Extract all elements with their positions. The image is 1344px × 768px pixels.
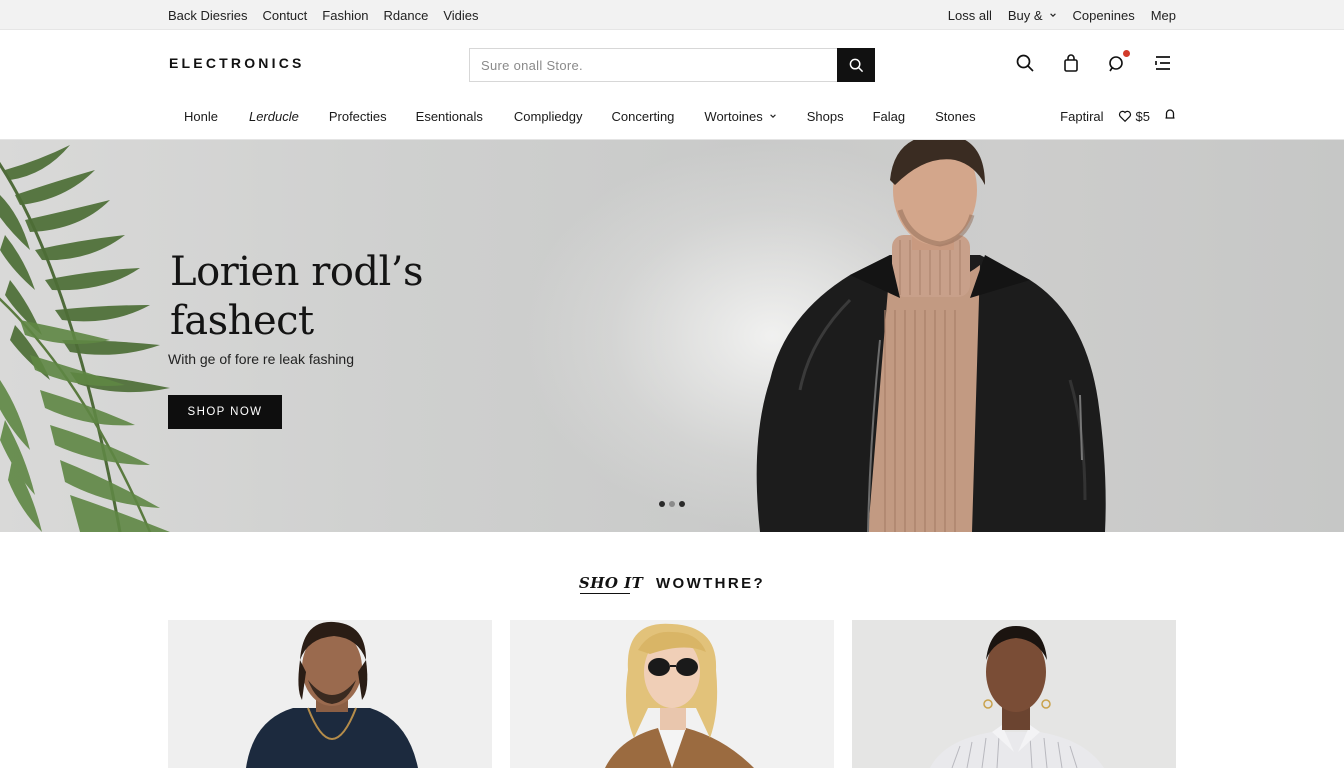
notifications-button[interactable]	[1104, 50, 1130, 76]
product-image-woman-sunglasses	[605, 623, 754, 768]
search-icon	[849, 58, 863, 72]
category-nav-items: Honle Lerducle Profecties Esentionals Co…	[184, 98, 976, 134]
header-icons	[1012, 50, 1176, 76]
nav-item-profecties[interactable]: Profecties	[329, 109, 387, 124]
nav-item-faptiral[interactable]: Faptiral	[1060, 109, 1103, 124]
menu-button[interactable]	[1150, 50, 1176, 76]
product-image-man-sweater	[246, 621, 418, 768]
section-title-main: WOWTHRE?	[655, 575, 766, 592]
search-bar	[469, 48, 875, 82]
utility-link-vidies[interactable]: Vidies	[443, 8, 478, 23]
shop-now-button[interactable]: SHOP NOW	[168, 395, 282, 429]
header-search-button[interactable]	[1012, 50, 1038, 76]
chevron-down-icon	[1049, 13, 1056, 17]
product-card[interactable]	[168, 620, 492, 768]
nav-item-lerducle[interactable]: Lerducle	[249, 109, 299, 124]
category-nav: Honle Lerducle Profecties Esentionals Co…	[0, 98, 1344, 140]
hero-model-image	[756, 140, 1106, 532]
wishlist-link[interactable]: $5	[1118, 109, 1150, 124]
utility-links-right: Loss all Buy & Copenines Mep	[948, 0, 1176, 30]
bell-button[interactable]	[1164, 108, 1176, 125]
utility-link-back-diesries[interactable]: Back Diesries	[168, 8, 247, 23]
slider-dots	[659, 501, 685, 507]
bag-button[interactable]	[1058, 50, 1084, 76]
utility-dropdown-label: Buy &	[1007, 7, 1043, 23]
section-title: SHO IT WOWTHRE?	[0, 574, 1344, 592]
hero-title: Lorien rodl’s fashect	[170, 248, 424, 346]
wishlist-label: $5	[1135, 108, 1150, 124]
slider-dot[interactable]	[659, 501, 665, 507]
hero-subtitle: With ge of fore re leak fashing	[168, 351, 354, 367]
slider-dot[interactable]	[679, 501, 685, 507]
search-button[interactable]	[837, 48, 875, 82]
utility-links-left: Back Diesries Contuct Fashion Rdance Vid…	[168, 0, 479, 30]
utility-dropdown-buy[interactable]: Buy &	[1008, 8, 1057, 23]
chevron-down-icon	[769, 114, 776, 118]
product-card[interactable]	[510, 620, 834, 768]
bell-icon	[1165, 108, 1175, 119]
section-title-underline	[580, 593, 630, 594]
nav-item-stones[interactable]: Stones	[935, 109, 975, 124]
product-card[interactable]	[852, 620, 1176, 768]
heart-icon	[1118, 110, 1131, 123]
nav-item-esentionals[interactable]: Esentionals	[416, 109, 483, 124]
utility-link-contuct[interactable]: Contuct	[262, 8, 307, 23]
utility-link-copenines[interactable]: Copenines	[1073, 8, 1135, 23]
nav-dropdown-wortoines[interactable]: Wortoines	[704, 109, 776, 124]
utility-link-fashion[interactable]: Fashion	[322, 8, 368, 23]
bag-icon	[1064, 54, 1078, 72]
nav-dropdown-label: Wortoines	[704, 108, 763, 124]
hero-banner: Lorien rodl’s fashect With ge of fore re…	[0, 140, 1344, 532]
category-nav-right: Faptiral $5	[1060, 98, 1176, 134]
site-header: ELECTRONICS	[0, 30, 1344, 98]
hero-title-line-1: Lorien rodl’s	[170, 249, 424, 295]
nav-item-concerting[interactable]: Concerting	[612, 109, 675, 124]
hero-title-line-2: fashect	[170, 298, 314, 344]
nav-item-compliedgy[interactable]: Compliedgy	[514, 109, 583, 124]
utility-bar: Back Diesries Contuct Fashion Rdance Vid…	[0, 0, 1344, 30]
search-icon	[1016, 54, 1034, 72]
nav-item-honle[interactable]: Honle	[184, 109, 218, 124]
notification-badge	[1123, 50, 1130, 57]
utility-link-mep[interactable]: Mep	[1151, 8, 1176, 23]
product-grid	[168, 620, 1176, 768]
utility-link-rdance[interactable]: Rdance	[384, 8, 429, 23]
nav-item-falag[interactable]: Falag	[873, 109, 906, 124]
menu-icon	[1155, 56, 1170, 70]
utility-link-loss-all[interactable]: Loss all	[948, 8, 992, 23]
search-input[interactable]	[470, 49, 837, 81]
nav-item-shops[interactable]: Shops	[807, 109, 844, 124]
section-title-script: SHO IT	[578, 574, 644, 592]
slider-dot[interactable]	[669, 501, 675, 507]
product-image-man-striped-shirt	[930, 626, 1104, 768]
site-logo[interactable]: ELECTRONICS	[169, 55, 305, 71]
